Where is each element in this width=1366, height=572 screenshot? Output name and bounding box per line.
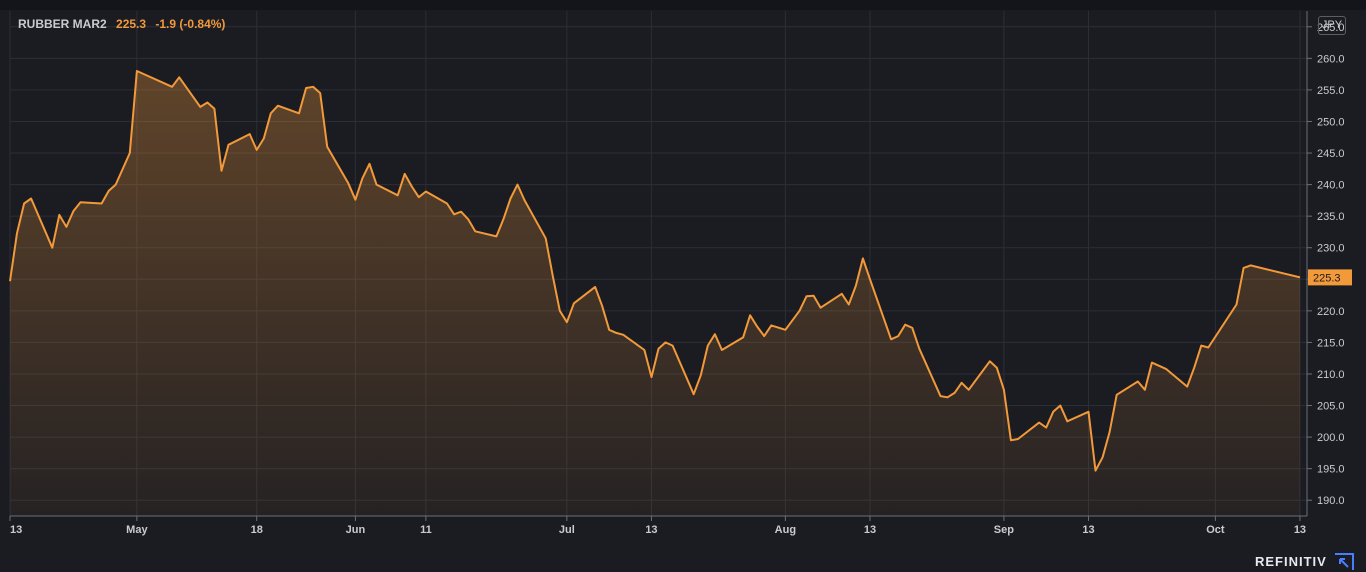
x-tick-label: 18 xyxy=(251,524,263,536)
x-tick-label: 13 xyxy=(645,524,657,536)
last-price-label: 225.3 xyxy=(1308,269,1352,286)
y-tick-label: 205.0 xyxy=(1317,401,1345,413)
x-tick-label: Jul xyxy=(559,524,575,536)
y-tick-label: 195.0 xyxy=(1317,464,1345,476)
x-tick-label: Oct xyxy=(1206,524,1225,536)
y-tick-label: 190.0 xyxy=(1317,495,1345,507)
y-tick-label: 200.0 xyxy=(1317,432,1345,444)
y-tick-label: 230.0 xyxy=(1317,243,1345,255)
x-tick-label: May xyxy=(126,524,148,536)
instrument-symbol: RUBBER MAR2 xyxy=(18,17,107,31)
y-tick-label: 245.0 xyxy=(1317,148,1345,160)
refinitiv-logo-icon xyxy=(1335,553,1354,570)
y-tick-label: 240.0 xyxy=(1317,180,1345,192)
x-tick-label: 13 xyxy=(864,524,876,536)
top-strip xyxy=(0,0,1366,10)
currency-button[interactable]: JPY xyxy=(1318,16,1346,35)
x-tick-label: Sep xyxy=(994,524,1014,536)
y-tick-label: 215.0 xyxy=(1317,337,1345,349)
y-tick-label: 255.0 xyxy=(1317,85,1345,97)
brand-logo-text: REFINITIV xyxy=(1255,554,1327,569)
chart-area: 190.0195.0200.0205.0210.0215.0220.0225.0… xyxy=(0,0,1366,572)
y-tick-label: 260.0 xyxy=(1317,53,1345,65)
y-tick-label: 250.0 xyxy=(1317,116,1345,128)
x-tick-label: 13 xyxy=(1294,524,1306,536)
y-tick-label: 220.0 xyxy=(1317,306,1345,318)
x-tick-label: Jun xyxy=(346,524,366,536)
price-change: -1.9 (-0.84%) xyxy=(155,17,226,31)
last-price: 225.3 xyxy=(116,17,147,31)
last-price-badge-text: 225.3 xyxy=(1313,272,1341,284)
x-tick-label: 11 xyxy=(420,524,432,536)
x-tick-label: 13 xyxy=(1082,524,1094,536)
y-tick-label: 235.0 xyxy=(1317,211,1345,223)
chart-legend: RUBBER MAR2 225.3 -1.9 (-0.84%) xyxy=(18,17,225,31)
x-tick-label: 13 xyxy=(10,524,22,536)
x-tick-label: Aug xyxy=(775,524,796,536)
y-tick-label: 210.0 xyxy=(1317,369,1345,381)
